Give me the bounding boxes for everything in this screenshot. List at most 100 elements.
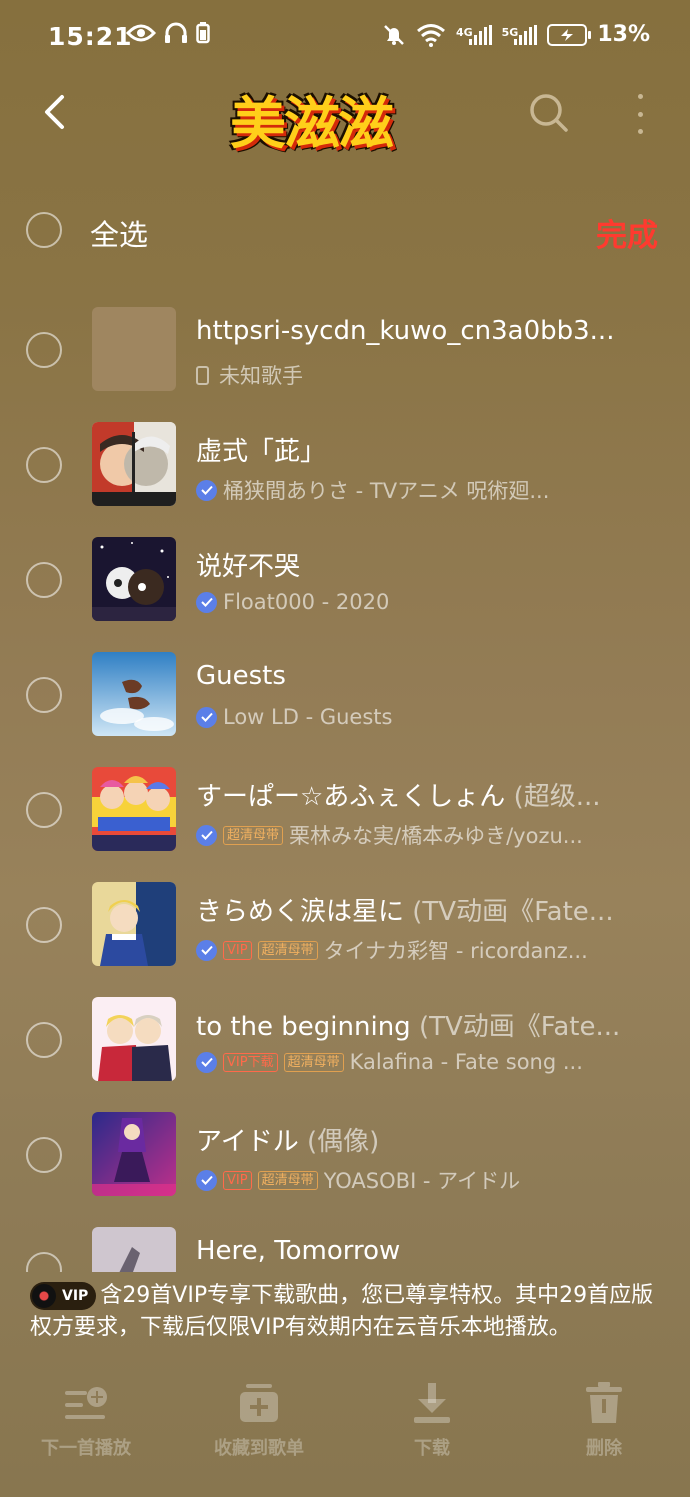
row-select-radio[interactable]	[26, 447, 62, 483]
vip-tag: VIP	[223, 1170, 252, 1190]
bottom-toolbar: 下一首播放 收藏到歌单 下载 删除	[0, 1376, 690, 1476]
list-item[interactable]: 说好不哭 Float000 - 2020	[0, 522, 690, 637]
select-all-bar: 全选 完成	[0, 190, 690, 274]
song-meta: 桶狭間ありさ - TVアニメ 呪術廻...	[196, 475, 616, 505]
download-icon	[414, 1383, 450, 1423]
row-select-radio[interactable]	[26, 562, 62, 598]
album-cover	[92, 1112, 176, 1196]
play-next-button[interactable]: 下一首播放	[6, 1376, 166, 1476]
row-select-radio[interactable]	[26, 1022, 62, 1058]
add-to-playlist-label: 收藏到歌单	[214, 1438, 304, 1459]
search-button[interactable]	[528, 92, 570, 134]
battery-saver-icon	[196, 22, 210, 44]
wifi-icon	[416, 23, 445, 47]
album-cover	[92, 537, 176, 621]
more-dot-icon	[637, 129, 643, 134]
mute-bell-icon	[384, 24, 404, 45]
hq-master-tag: 超清母带	[223, 825, 284, 845]
downloaded-check-icon	[196, 479, 217, 501]
list-item[interactable]: Here, Tomorrow	[0, 1212, 690, 1272]
delete-button[interactable]: 删除	[524, 1376, 684, 1476]
album-cover	[92, 422, 176, 506]
song-title: 说好不哭	[196, 552, 301, 582]
local-phone-icon	[196, 365, 209, 385]
eye-icon	[126, 24, 156, 42]
list-item[interactable]: きらめく涙は星に (TV动画《Fate... VIP 超清母带 タイナカ彩智 -…	[0, 867, 690, 982]
add-to-playlist-icon	[240, 1384, 278, 1422]
song-meta: VIP 超清母带 YOASOBI - アイドル	[196, 1165, 616, 1195]
more-options-button[interactable]	[628, 94, 652, 134]
hq-master-tag: 超清母带	[257, 1170, 318, 1190]
album-cover	[92, 997, 176, 1081]
list-item[interactable]: httpsri-sycdn_kuwo_cn3a0bb3... 未知歌手	[0, 292, 690, 407]
song-title: Guests	[196, 661, 286, 691]
done-button[interactable]: 完成	[596, 210, 658, 255]
row-select-radio[interactable]	[26, 1137, 62, 1173]
song-meta: 未知歌手	[196, 360, 616, 390]
song-title: to the beginning (TV动画《Fate...	[196, 1012, 621, 1042]
song-title: httpsri-sycdn_kuwo_cn3a0bb3...	[196, 316, 615, 346]
album-cover	[92, 767, 176, 851]
downloaded-check-icon	[196, 706, 217, 728]
back-button[interactable]	[34, 92, 74, 132]
select-all-radio[interactable]	[26, 212, 62, 248]
song-title: アイドル (偶像)	[196, 1127, 380, 1157]
song-title: 虚式「茈」	[196, 437, 327, 467]
row-select-radio[interactable]	[26, 332, 62, 368]
row-select-radio[interactable]	[26, 677, 62, 713]
status-left-icons	[126, 22, 210, 44]
delete-icon	[586, 1382, 622, 1423]
vinyl-disc-icon	[32, 1284, 56, 1308]
battery-icon	[547, 23, 592, 46]
more-dot-icon	[637, 111, 643, 117]
download-button[interactable]: 下载	[352, 1376, 512, 1476]
vip-badge: VIP	[30, 1282, 97, 1310]
list-item[interactable]: アイドル (偶像) VIP 超清母带 YOASOBI - アイドル	[0, 1097, 690, 1212]
song-meta: VIP 超清母带 タイナカ彩智 - ricordanz...	[196, 935, 616, 965]
vip-tag: VIP	[223, 940, 252, 960]
album-cover	[92, 307, 176, 391]
headphones-icon	[165, 22, 187, 43]
row-select-radio[interactable]	[26, 907, 62, 943]
play-next-icon	[65, 1387, 107, 1419]
network-4g-label: 4G	[455, 25, 473, 39]
downloaded-check-icon	[196, 939, 217, 961]
song-list[interactable]: httpsri-sycdn_kuwo_cn3a0bb3... 未知歌手 虚式「茈…	[0, 292, 690, 1272]
status-time: 15:21	[48, 22, 133, 51]
status-bar: 15:21 4G 5G 13%	[0, 0, 690, 78]
download-label: 下载	[414, 1438, 450, 1459]
select-all-label[interactable]: 全选	[90, 212, 148, 254]
search-icon	[530, 94, 568, 132]
song-meta: VIP下载 超清母带 Kalafina - Fate song ...	[196, 1050, 616, 1074]
album-cover	[92, 652, 176, 736]
song-title: きらめく涙は星に (TV动画《Fate...	[196, 897, 614, 927]
status-right-icons: 4G 5G 13%	[382, 22, 650, 47]
more-dot-icon	[637, 94, 643, 99]
song-meta: 超清母带 栗林みな実/橋本みゆき/yozu...	[196, 820, 616, 850]
list-item[interactable]: すーぱー☆あふぇくしょん (超级... 超清母带 栗林みな実/橋本みゆき/yoz…	[0, 752, 690, 867]
song-meta: Float000 - 2020	[196, 590, 616, 614]
hq-master-tag: 超清母带	[283, 1052, 344, 1072]
downloaded-check-icon	[196, 1051, 217, 1073]
downloaded-check-icon	[196, 1169, 217, 1191]
song-title: Here, Tomorrow	[196, 1236, 401, 1266]
row-select-radio[interactable]	[26, 1252, 62, 1272]
list-item[interactable]: Guests Low LD - Guests	[0, 637, 690, 752]
song-title: すーぱー☆あふぇくしょん (超级...	[196, 782, 601, 812]
vip-notice-text: 含29首VIP专享下载歌曲，您已尊享特权。其中29首应版权方要求，下载后仅限VI…	[30, 1283, 654, 1340]
list-item[interactable]: to the beginning (TV动画《Fate... VIP下载 超清母…	[0, 982, 690, 1097]
album-cover	[92, 1227, 176, 1272]
battery-percent: 13%	[597, 22, 650, 47]
downloaded-check-icon	[196, 591, 217, 613]
app-header: 美滋滋	[0, 78, 690, 170]
row-select-radio[interactable]	[26, 792, 62, 828]
list-item[interactable]: 虚式「茈」 桶狭間ありさ - TVアニメ 呪術廻...	[0, 407, 690, 522]
delete-label: 删除	[586, 1438, 622, 1459]
song-meta: Low LD - Guests	[196, 705, 616, 729]
add-to-playlist-button[interactable]: 收藏到歌单	[179, 1376, 339, 1476]
vip-notice: VIP 含29首VIP专享下载歌曲，您已尊享特权。其中29首应版权方要求，下载后仅…	[30, 1280, 660, 1344]
hq-master-tag: 超清母带	[257, 940, 318, 960]
album-cover	[92, 882, 176, 966]
play-next-label: 下一首播放	[41, 1438, 131, 1459]
vip-download-tag: VIP下载	[223, 1052, 278, 1072]
